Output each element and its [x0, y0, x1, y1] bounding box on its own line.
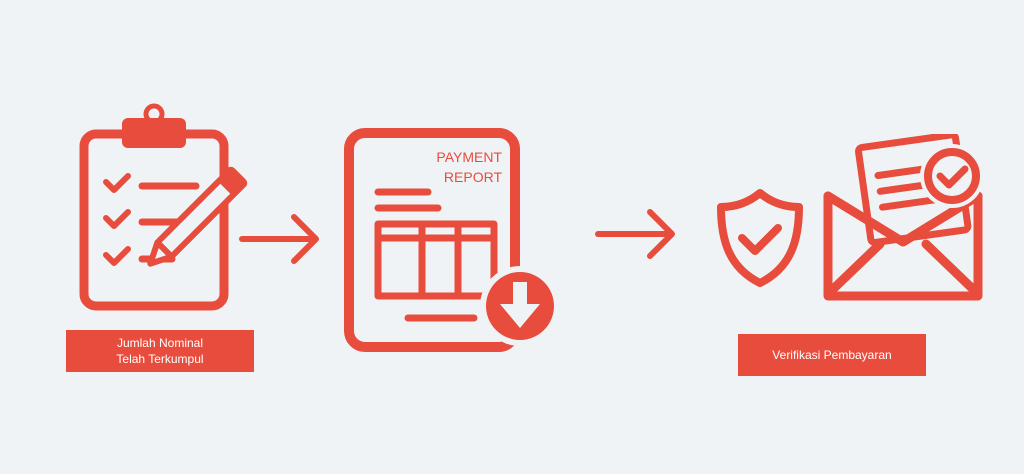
report-title-line1: PAYMENT	[436, 149, 502, 165]
shield-check-icon	[717, 189, 803, 287]
step-3-label: Verifikasi Pembayaran	[738, 334, 926, 376]
report-title-line2: REPORT	[444, 169, 503, 185]
step-1-label-line1: Jumlah Nominal	[116, 336, 204, 350]
arrow-right-icon	[239, 214, 319, 264]
clipboard-checklist-icon	[79, 103, 248, 311]
arrow-right-icon	[595, 209, 675, 259]
payment-report-document-icon: PAYMENT REPORT	[344, 128, 560, 352]
payment-flow-diagram: Jumlah Nominal Telah Terkumpul PAYMENT R…	[0, 0, 1024, 474]
envelope-check-icon	[823, 134, 984, 301]
download-icon	[480, 266, 560, 346]
check-circle-icon	[920, 144, 984, 208]
step-1-label-line2: Telah Terkumpul	[116, 352, 204, 366]
step-1-label: Jumlah Nominal Telah Terkumpul	[66, 330, 254, 372]
step-3-label-text: Verifikasi Pembayaran	[772, 348, 892, 362]
